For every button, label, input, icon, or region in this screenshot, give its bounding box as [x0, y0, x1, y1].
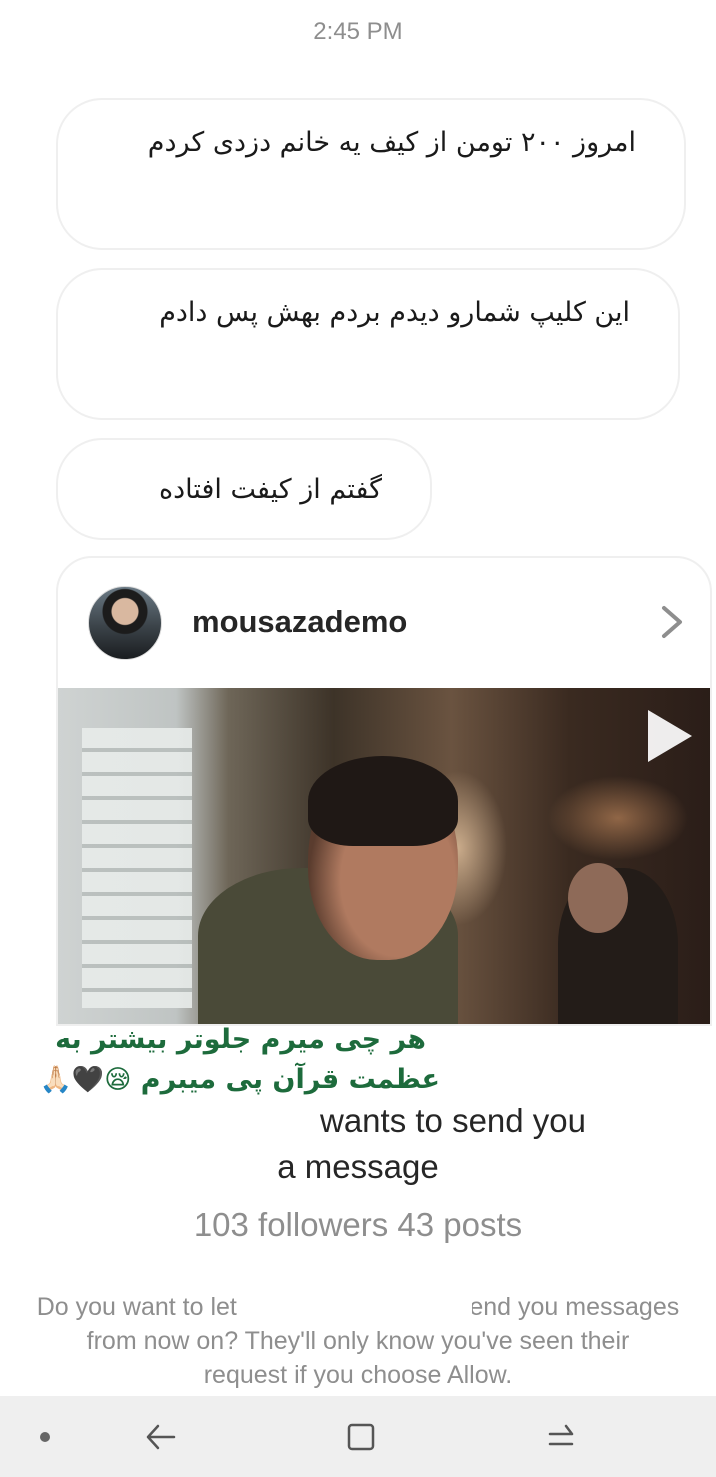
shared-post-card[interactable]: mousazademo [56, 556, 712, 1026]
background-person-head [568, 863, 628, 933]
system-navigation-bar [0, 1396, 716, 1477]
request-note-start: Do you want to let [36, 1293, 237, 1321]
message-bubble[interactable]: این کلیپ شمارو دیدم بردم بهش پس دادم [56, 268, 680, 420]
sticker-line-1: هر چی میرم جلوتر بیشتر به [55, 1024, 426, 1055]
follower-stats: 103 followers 43 posts [193, 1206, 523, 1243]
switch-icon[interactable] [544, 1420, 578, 1454]
sticker-line-2: عظمت قرآن پی میبرم 😪🖤🙏🏻 [0, 1060, 440, 1100]
message-bubble[interactable]: گفتم از کیفت افتاده [56, 438, 432, 540]
avatar[interactable] [88, 586, 162, 660]
message-bubble[interactable]: امروز ۲۰۰ تومن از کیف یه خانم دزدی کردم [56, 98, 686, 250]
message-text: گفتم از کیفت افتاده [158, 474, 382, 505]
request-note-line-3: request if you choose Allow. [203, 1361, 513, 1389]
play-icon[interactable] [648, 710, 692, 762]
redaction-mark [262, 1292, 472, 1330]
sticker-emojis: 😪🖤🙏🏻 [39, 1065, 132, 1095]
timestamp: 2:45 PM [313, 18, 403, 45]
shelf-image-detail [82, 728, 192, 1008]
chevron-right-icon[interactable] [656, 602, 688, 642]
recent-apps-icon[interactable] [344, 1420, 378, 1454]
message-text: این کلیپ شمارو دیدم بردم بهش پس دادم [159, 297, 630, 328]
sticker-overlay: هر چی میرم جلوتر بیشتر به عظمت قرآن پی م… [0, 1020, 440, 1160]
person-hair [308, 756, 458, 846]
post-video-thumbnail[interactable] [58, 688, 710, 1024]
sticker-line-2-text: عظمت قرآن پی میبرم [140, 1064, 440, 1095]
request-note-end: send you messages [456, 1293, 680, 1321]
post-username[interactable]: mousazademo [192, 604, 407, 640]
message-text: امروز ۲۰۰ تومن از کیف یه خانم دزدی کردم [147, 127, 636, 158]
back-icon[interactable] [144, 1420, 178, 1454]
dot-icon[interactable] [40, 1432, 50, 1442]
